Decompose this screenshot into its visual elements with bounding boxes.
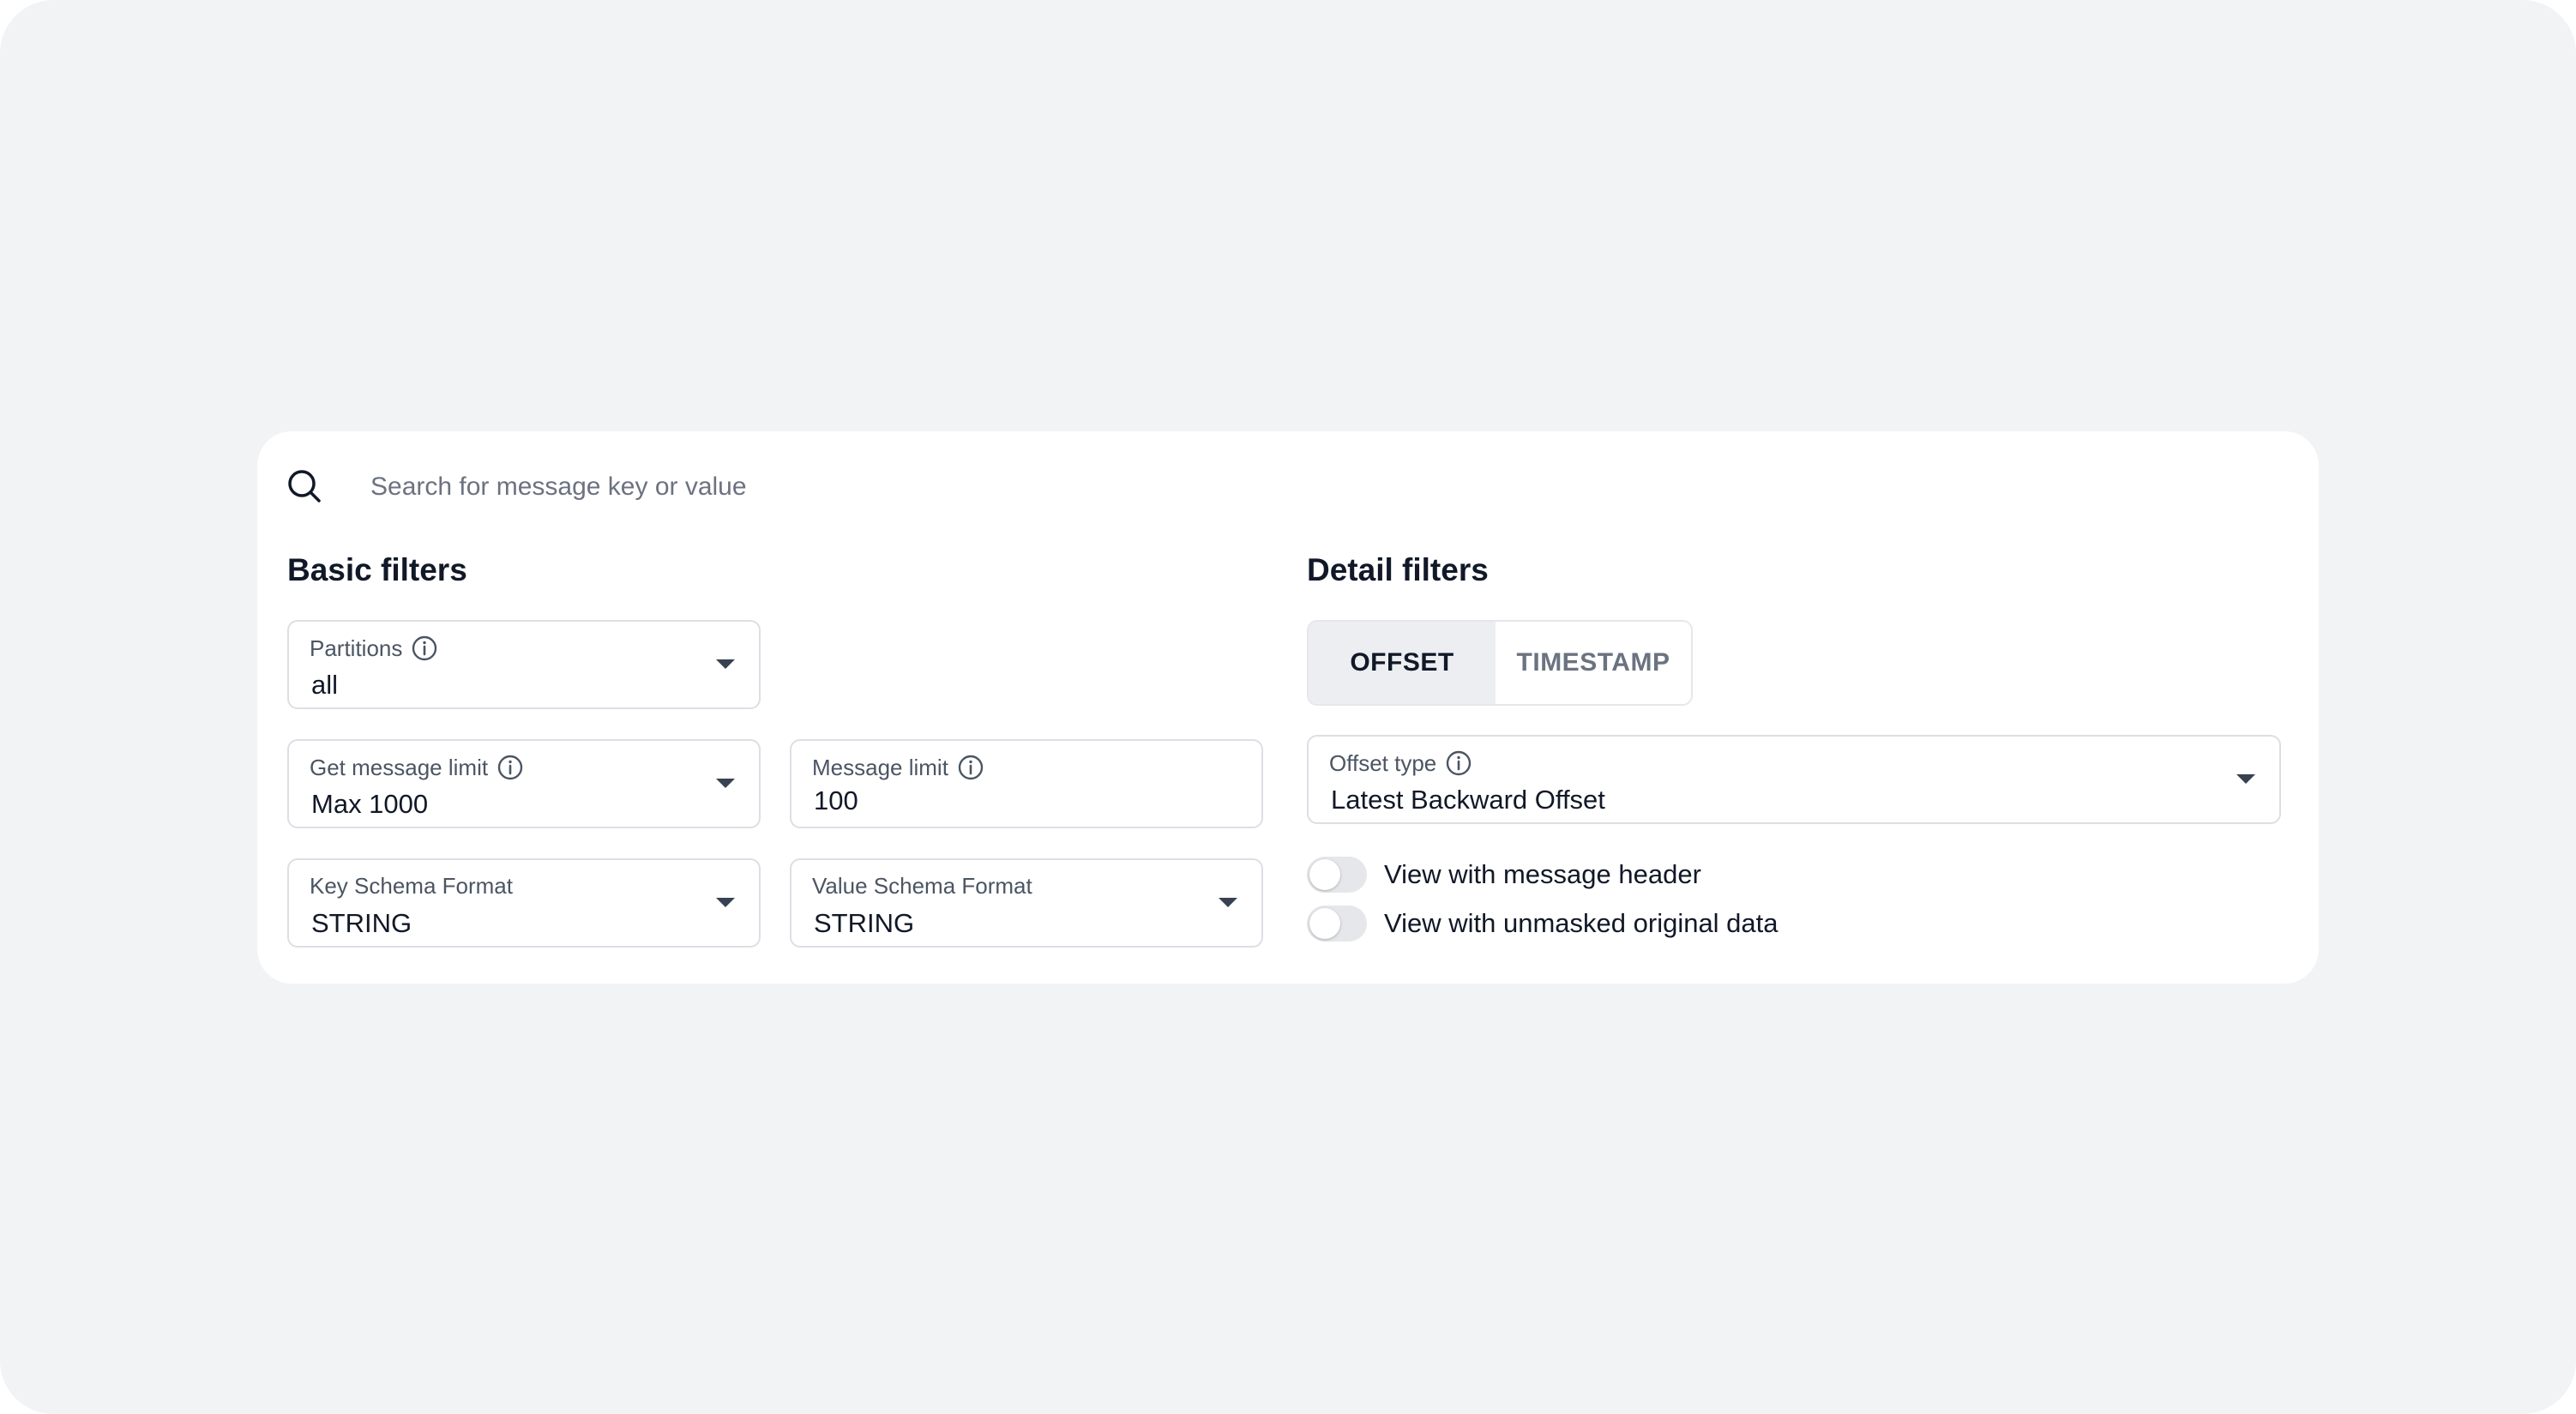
toggle-knob — [1309, 908, 1340, 939]
tab-timestamp[interactable]: TIMESTAMP — [1496, 622, 1691, 704]
value-schema-format-select[interactable]: Value Schema Format STRING — [790, 858, 1263, 948]
offset-type-value: Latest Backward Offset — [1331, 785, 1605, 815]
get-message-limit-value: Max 1000 — [311, 789, 429, 819]
message-limit-value[interactable]: 100 — [814, 785, 858, 816]
key-schema-format-value: STRING — [311, 908, 412, 938]
offset-type-label-group: Offset type — [1329, 749, 1472, 777]
key-schema-format-label: Key Schema Format — [310, 873, 513, 899]
partitions-label-group: Partitions — [310, 635, 438, 662]
partitions-select[interactable]: Partitions all — [287, 620, 761, 709]
message-limit-label-group: Message limit — [812, 754, 984, 781]
message-limit-input[interactable]: Message limit 100 — [790, 739, 1263, 828]
detail-filters-title: Detail filters — [1307, 552, 1489, 587]
chevron-down-icon — [716, 898, 735, 907]
get-message-limit-label-group: Get message limit — [310, 754, 524, 781]
chevron-down-icon — [716, 779, 735, 788]
chevron-down-icon — [716, 659, 735, 669]
message-limit-label: Message limit — [812, 754, 948, 780]
info-icon[interactable] — [411, 635, 438, 662]
tab-offset[interactable]: OFFSET — [1309, 622, 1496, 704]
search-icon — [288, 470, 321, 502]
offset-type-select[interactable]: Offset type Latest Backward Offset — [1307, 735, 2281, 824]
search-input[interactable] — [343, 457, 1372, 517]
offset-mode-tabs: OFFSET TIMESTAMP — [1307, 620, 1693, 706]
key-schema-format-select[interactable]: Key Schema Format STRING — [287, 858, 761, 948]
partitions-label: Partitions — [310, 635, 403, 661]
toggle-knob — [1309, 859, 1340, 890]
get-message-limit-label: Get message limit — [310, 754, 489, 780]
message-header-toggle[interactable] — [1307, 857, 1367, 893]
app-background: Basic filters Partitions all Get message… — [0, 0, 2576, 1414]
toggle-unmasked-data-row: View with unmasked original data — [1307, 906, 1779, 942]
chevron-down-icon — [2236, 774, 2255, 784]
unmasked-data-toggle-label: View with unmasked original data — [1384, 908, 1779, 938]
unmasked-data-toggle[interactable] — [1307, 906, 1367, 942]
info-icon[interactable] — [957, 754, 984, 781]
info-icon[interactable] — [1445, 749, 1472, 777]
offset-type-label: Offset type — [1329, 749, 1437, 776]
info-icon[interactable] — [497, 754, 524, 781]
toggle-message-header-row: View with message header — [1307, 857, 1701, 893]
value-schema-format-value: STRING — [814, 908, 915, 938]
value-schema-format-label: Value Schema Format — [812, 873, 1032, 899]
partitions-value: all — [311, 670, 339, 700]
message-header-toggle-label: View with message header — [1384, 859, 1701, 889]
chevron-down-icon — [1219, 898, 1237, 907]
basic-filters-title: Basic filters — [287, 552, 467, 587]
filter-panel: Basic filters Partitions all Get message… — [257, 431, 2319, 984]
get-message-limit-select[interactable]: Get message limit Max 1000 — [287, 739, 761, 828]
